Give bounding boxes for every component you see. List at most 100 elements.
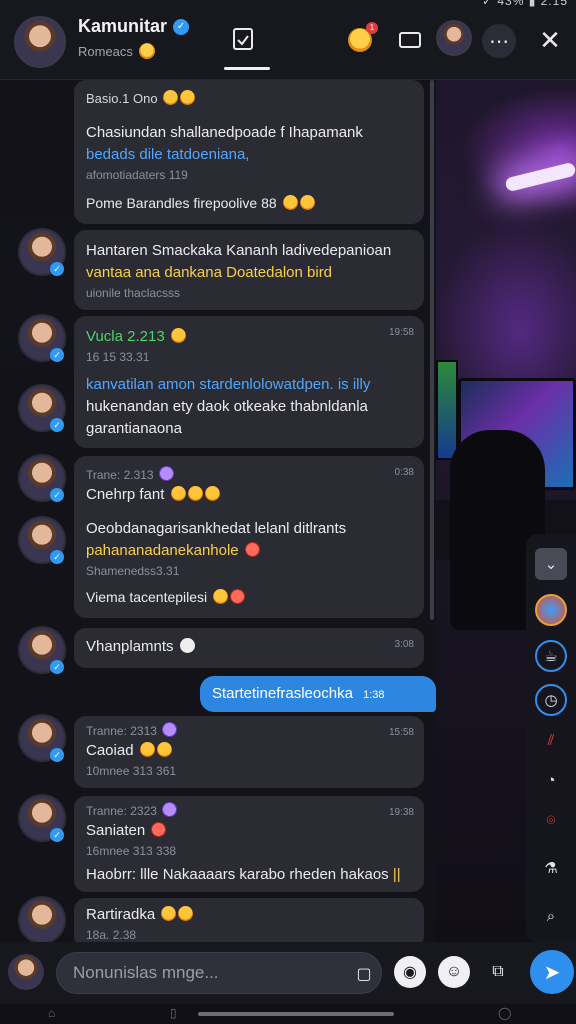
message-line: Hantaren Smackaka Kananh ladivedepanioan bbox=[86, 242, 392, 259]
side-toolbar: ⌄ ☕ ◷ ⫽ ◔ ⌾ ⚗ ⌕ bbox=[526, 534, 576, 942]
own-message-bubble[interactable]: Startetinefrasleochka 1:38 bbox=[200, 676, 436, 712]
message-meta: Basio.1 Ono bbox=[86, 91, 158, 106]
chat-title-area[interactable]: Kamunitar ✓ Romeacs bbox=[78, 16, 190, 59]
message-meta: 16 15 33.31 bbox=[86, 350, 150, 364]
chat-title-text: Kamunitar bbox=[78, 16, 168, 36]
screen-icon[interactable] bbox=[394, 24, 426, 56]
emoji-icon bbox=[204, 486, 220, 501]
scrollbar[interactable] bbox=[430, 80, 434, 620]
message-bubble[interactable]: 0:38 Trane: 2.313 Cnehrp fant Oeobdanaga… bbox=[74, 456, 424, 618]
menu-icon[interactable]: ▯ bbox=[170, 1006, 177, 1020]
recents-icon[interactable]: ⌂ bbox=[48, 1006, 55, 1020]
home-pill[interactable] bbox=[198, 1012, 394, 1016]
sender-name: Tranne: 2313 bbox=[86, 724, 157, 738]
status-bar: ✓ 43% ▮ 2:15 bbox=[481, 0, 568, 8]
close-icon[interactable]: ✕ bbox=[534, 24, 566, 56]
emoji-icon bbox=[163, 90, 179, 105]
message-text: Chasiundan shallanedpoade f Ihapamank be… bbox=[86, 122, 412, 166]
composer-bar: Nonunislas mnge... ▢ ◉ ☺ ⧉ ➤ bbox=[0, 942, 576, 1004]
cup-icon[interactable]: ☕ bbox=[535, 640, 567, 672]
chart-icon[interactable]: ⫽ bbox=[535, 724, 567, 756]
message-bubble[interactable]: 19:38 Tranne: 2323 Saniaten 16mnee 313 3… bbox=[74, 796, 424, 892]
clock-icon[interactable]: ◔ bbox=[535, 764, 567, 796]
message-bubble[interactable]: 19:58 Vucla 2.213 16 15 33.31 kanvatilan… bbox=[74, 316, 424, 448]
search-icon[interactable]: ⌕ bbox=[535, 900, 567, 932]
emoji-icon bbox=[158, 466, 174, 481]
game-icon[interactable] bbox=[535, 594, 567, 626]
message-line: hukenandan ety daok otkeake thabnldanla bbox=[86, 398, 368, 415]
image-attach-icon[interactable]: ▢ bbox=[348, 958, 380, 990]
emoji-icon bbox=[170, 328, 186, 343]
message-line: pahananadanekanhole bbox=[86, 542, 239, 559]
emoji-icon bbox=[213, 589, 229, 604]
message-time: 3:08 bbox=[394, 639, 414, 650]
system-nav-bar: ⌂ ▯ ◯ bbox=[0, 1004, 576, 1024]
emoji-icon bbox=[161, 906, 177, 921]
message-bubble[interactable]: Rartiradka 18a. 2.38 bbox=[74, 898, 424, 942]
location-icon[interactable]: ⌾ bbox=[535, 804, 567, 836]
verified-icon: ✓ bbox=[50, 550, 64, 564]
self-avatar[interactable] bbox=[8, 954, 44, 990]
chat-header: ✓ 43% ▮ 2:15 Kamunitar ✓ Romeacs 1 ⋯ ✕ bbox=[0, 0, 576, 80]
verified-icon: ✓ bbox=[173, 18, 190, 35]
chat-panel[interactable]: Basio.1 Ono Chasiundan shallanedpoade f … bbox=[0, 80, 436, 942]
verified-icon: ✓ bbox=[50, 660, 64, 674]
collapse-icon[interactable]: ⌄ bbox=[535, 548, 567, 580]
verified-icon: ✓ bbox=[50, 488, 64, 502]
message-sub: Caoiad bbox=[86, 742, 134, 759]
emoji-icon bbox=[299, 195, 315, 210]
emoji-icon bbox=[282, 195, 298, 210]
message-line: Oeobdanagarisankhedat lelanl ditlrants bbox=[86, 520, 347, 537]
message-bubble[interactable]: Hantaren Smackaka Kananh ladivedepanioan… bbox=[74, 230, 424, 310]
message-bubble[interactable]: 3:08 Vhanplamnts bbox=[74, 628, 424, 668]
own-message-time: 1:38 bbox=[363, 689, 385, 701]
message-line: vantaa ana dankana Doatedalon bird bbox=[86, 264, 333, 281]
message-time: 15:58 bbox=[388, 727, 414, 738]
notification-badge: 1 bbox=[366, 22, 378, 34]
emoji-icon bbox=[179, 638, 195, 653]
send-button[interactable]: ➤ bbox=[530, 950, 574, 994]
message-meta: 16mnee 313 338 bbox=[86, 844, 177, 858]
emoji-icon bbox=[180, 90, 196, 105]
message-input[interactable]: Nonunislas mnge... bbox=[56, 952, 382, 994]
user-avatar[interactable] bbox=[436, 20, 472, 56]
timer-icon[interactable]: ◷ bbox=[535, 684, 567, 716]
message-bubble[interactable]: Basio.1 Ono Chasiundan shallanedpoade f … bbox=[74, 80, 424, 224]
bars-icon: || bbox=[392, 866, 401, 883]
bookmark-tab-icon[interactable] bbox=[228, 24, 258, 54]
camera-icon[interactable]: ◉ bbox=[394, 956, 426, 988]
message-time: 0:38 bbox=[394, 467, 414, 478]
message-line: bedads dile tatdoeniana, bbox=[86, 146, 250, 163]
sender-name: Vhanplamnts bbox=[86, 638, 174, 655]
message-line: Haobrr: llle Nakaaaars karabo rheden hak… bbox=[86, 866, 389, 883]
chat-subtitle: Romeacs bbox=[78, 43, 189, 59]
verified-icon: ✓ bbox=[50, 262, 64, 276]
more-options-icon[interactable]: ⋯ bbox=[482, 24, 516, 58]
sticker-icon[interactable]: ⧉ bbox=[482, 956, 514, 988]
back-icon[interactable]: ◯ bbox=[498, 1006, 511, 1020]
emoji-picker-icon[interactable]: ☺ bbox=[438, 956, 470, 988]
group-avatar[interactable] bbox=[14, 16, 66, 68]
side-monitor bbox=[436, 360, 458, 460]
verified-icon: ✓ bbox=[50, 748, 64, 762]
member-avatar[interactable] bbox=[18, 896, 66, 942]
message-line: Chasiundan shallanedpoade f Ihapamank bbox=[86, 124, 363, 141]
message-bubble[interactable]: 15:58 Tranne: 2313 Caoiad 10mnee 313 361 bbox=[74, 716, 424, 788]
message-extra: Viema tacentepilesi bbox=[86, 589, 208, 605]
neon-lamp bbox=[504, 161, 576, 193]
sender-name: Tranne: 2323 bbox=[86, 804, 157, 818]
verified-icon: ✓ bbox=[50, 348, 64, 362]
reaction-button[interactable]: 1 bbox=[346, 22, 378, 54]
emoji-icon bbox=[162, 802, 178, 817]
emoji-icon bbox=[178, 906, 194, 921]
message-line: kanvatilan amon stardenlolowatdpen. is i… bbox=[86, 376, 371, 393]
emoji-icon bbox=[170, 486, 186, 501]
message-meta: 18a. 2.38 bbox=[86, 928, 137, 942]
verified-icon: ✓ bbox=[50, 418, 64, 432]
message-line: garantianaona bbox=[86, 420, 182, 437]
message-sub: Rartiradka bbox=[86, 906, 156, 923]
message-text: Oeobdanagarisankhedat lelanl ditlrants p… bbox=[86, 518, 412, 562]
chat-subtitle-text: Romeacs bbox=[78, 43, 133, 59]
message-text: kanvatilan amon stardenlolowatdpen. is i… bbox=[86, 374, 412, 440]
flask-icon[interactable]: ⚗ bbox=[535, 852, 567, 884]
